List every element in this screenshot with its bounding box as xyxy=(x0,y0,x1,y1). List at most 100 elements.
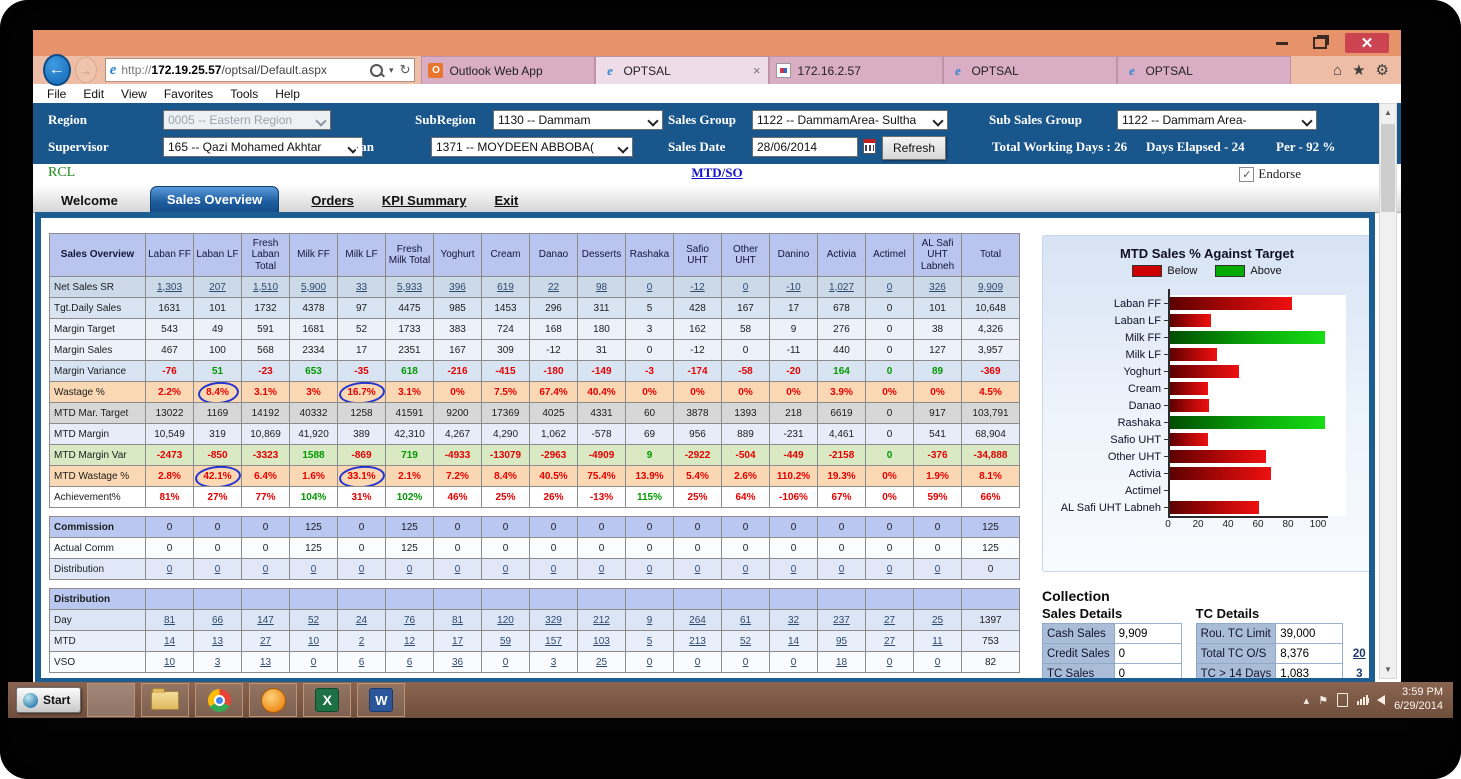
forward-button[interactable]: → xyxy=(75,57,97,83)
cell[interactable]: 0 xyxy=(242,559,290,580)
cell[interactable]: 264 xyxy=(674,610,722,631)
cell[interactable]: 59 xyxy=(482,631,530,652)
cell[interactable]: 0 xyxy=(770,652,818,673)
scrollbar-thumb[interactable] xyxy=(1381,124,1395,212)
cell[interactable]: 10 xyxy=(290,631,338,652)
restore-button[interactable] xyxy=(1305,33,1335,53)
cell[interactable]: 13 xyxy=(194,631,242,652)
excel-taskbar-button[interactable] xyxy=(303,683,351,717)
cell[interactable]: 1,027 xyxy=(818,277,866,298)
scroll-up-icon[interactable]: ▲ xyxy=(1380,104,1396,121)
cell[interactable]: 76 xyxy=(386,610,434,631)
cell[interactable]: 3 xyxy=(530,652,578,673)
cell[interactable]: 0 xyxy=(674,559,722,580)
taskbar-clock[interactable]: 3:59 PM 6/29/2014 xyxy=(1394,686,1443,714)
action-center-flag-icon[interactable]: ⚑ xyxy=(1318,694,1328,707)
cell[interactable]: 0 xyxy=(914,559,962,580)
cell[interactable]: 33 xyxy=(338,277,386,298)
count-link[interactable]: 3 xyxy=(1343,664,1369,679)
cell[interactable]: 32 xyxy=(770,610,818,631)
cell[interactable]: 0 xyxy=(290,559,338,580)
sales-group-select[interactable]: 1122 -- DammamArea- Sultha xyxy=(752,110,948,130)
cell[interactable]: 27 xyxy=(242,631,290,652)
cell[interactable]: 396 xyxy=(434,277,482,298)
tab-exit[interactable]: Exit xyxy=(480,189,532,212)
cell[interactable]: 0 xyxy=(770,559,818,580)
cell[interactable]: 212 xyxy=(578,610,626,631)
tab-sales-overview[interactable]: Sales Overview xyxy=(150,186,279,212)
cell[interactable]: 0 xyxy=(530,559,578,580)
speaker-icon[interactable] xyxy=(1377,695,1385,705)
cell[interactable]: 27 xyxy=(866,610,914,631)
cell[interactable]: 5,933 xyxy=(386,277,434,298)
menu-edit[interactable]: Edit xyxy=(83,87,104,101)
cell[interactable]: 0 xyxy=(482,559,530,580)
cell[interactable]: 0 xyxy=(626,277,674,298)
settings-gear-icon[interactable]: ⚙ xyxy=(1376,61,1389,79)
cell[interactable]: 27 xyxy=(866,631,914,652)
cell[interactable]: -10 xyxy=(770,277,818,298)
close-button[interactable]: ✕ xyxy=(1345,33,1389,53)
cell[interactable]: 120 xyxy=(482,610,530,631)
cell[interactable]: 6 xyxy=(386,652,434,673)
cell[interactable]: 0 xyxy=(482,652,530,673)
cell[interactable]: -12 xyxy=(674,277,722,298)
cell[interactable]: 52 xyxy=(722,631,770,652)
cell[interactable]: 5,900 xyxy=(290,277,338,298)
cell[interactable]: 237 xyxy=(818,610,866,631)
cell[interactable]: 1,303 xyxy=(146,277,194,298)
cell[interactable]: 81 xyxy=(434,610,482,631)
cell[interactable]: 0 xyxy=(722,559,770,580)
vertical-scrollbar[interactable]: ▲ ▼ xyxy=(1379,103,1397,679)
cell[interactable]: 10 xyxy=(146,652,194,673)
cell[interactable]: 213 xyxy=(674,631,722,652)
van-select[interactable]: 1371 -- MOYDEEN ABBOBA( xyxy=(431,137,633,157)
count-link[interactable]: 20 xyxy=(1343,644,1369,664)
cell[interactable]: 0 xyxy=(194,559,242,580)
cell[interactable]: 157 xyxy=(530,631,578,652)
cell[interactable]: 147 xyxy=(242,610,290,631)
cell[interactable]: 0 xyxy=(722,652,770,673)
refresh-icon[interactable]: ↻ xyxy=(400,62,411,78)
ie-taskbar-button[interactable] xyxy=(87,683,135,717)
cell[interactable]: 619 xyxy=(482,277,530,298)
cell[interactable]: 0 xyxy=(626,652,674,673)
address-bar[interactable]: e http://172.19.25.57/optsal/Default.asp… xyxy=(105,58,416,82)
browser-tab[interactable]: eOPTSAL xyxy=(1117,56,1291,84)
cell[interactable]: 81 xyxy=(146,610,194,631)
cell[interactable]: 2 xyxy=(338,631,386,652)
cell[interactable]: 0 xyxy=(866,277,914,298)
cell[interactable]: 61 xyxy=(722,610,770,631)
folder-taskbar-button[interactable] xyxy=(141,683,189,717)
menu-tools[interactable]: Tools xyxy=(230,87,258,101)
start-button[interactable]: Start xyxy=(16,687,81,713)
cell[interactable]: 0 xyxy=(146,559,194,580)
menu-file[interactable]: File xyxy=(47,87,66,101)
menu-help[interactable]: Help xyxy=(275,87,300,101)
region-select[interactable]: 0005 -- Eastern Region xyxy=(163,110,331,130)
notes-taskbar-button[interactable] xyxy=(249,683,297,717)
browser-tab[interactable]: eOPTSAL× xyxy=(595,56,769,84)
word-taskbar-button[interactable] xyxy=(357,683,405,717)
cell[interactable]: 0 xyxy=(338,559,386,580)
back-button[interactable]: ← xyxy=(43,54,71,86)
cell[interactable]: 24 xyxy=(338,610,386,631)
minimize-button[interactable] xyxy=(1267,33,1297,53)
cell[interactable]: 329 xyxy=(530,610,578,631)
tab-orders[interactable]: Orders xyxy=(297,189,368,212)
cell[interactable]: 12 xyxy=(386,631,434,652)
cell[interactable]: 25 xyxy=(578,652,626,673)
endorse-checkbox[interactable]: ✓ xyxy=(1239,167,1254,182)
cell[interactable]: 66 xyxy=(194,610,242,631)
menu-favorites[interactable]: Favorites xyxy=(164,87,213,101)
cell[interactable]: 0 xyxy=(434,559,482,580)
cell[interactable]: 14 xyxy=(146,631,194,652)
cell[interactable]: 0 xyxy=(722,277,770,298)
tab-welcome[interactable]: Welcome xyxy=(47,189,132,212)
cell[interactable]: 52 xyxy=(290,610,338,631)
cell[interactable]: 0 xyxy=(818,559,866,580)
cell[interactable]: 98 xyxy=(578,277,626,298)
cell[interactable]: 0 xyxy=(386,559,434,580)
cell[interactable]: 36 xyxy=(434,652,482,673)
cell[interactable]: 25 xyxy=(914,610,962,631)
